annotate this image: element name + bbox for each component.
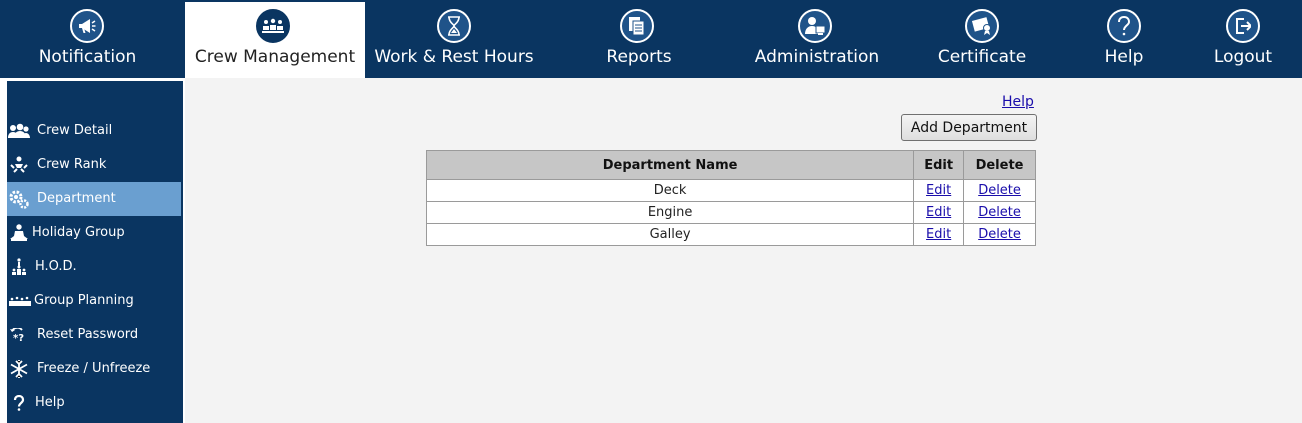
table-row: Galley Edit Delete [425, 223, 1036, 246]
megaphone-icon [70, 9, 104, 43]
sidebar-label-holiday-group: Holiday Group [32, 225, 125, 240]
nav-label-logout: Logout [1213, 47, 1273, 67]
sidebar: Crew Detail Crew Rank Department Holiday… [0, 78, 185, 423]
sidebar-label-reset-password: Reset Password [37, 327, 139, 342]
crew-group-icon [256, 9, 290, 43]
sidebar-label-hod: H.O.D. [35, 259, 77, 274]
department-name-cell: Deck [425, 179, 915, 202]
table-row: Engine Edit Delete [425, 201, 1036, 224]
sidebar-item-group-planning[interactable]: Group Planning [7, 284, 181, 318]
svg-text:*?: *? [13, 333, 24, 342]
nav-administration[interactable]: Administration [727, 0, 907, 78]
delete-link[interactable]: Delete [978, 227, 1021, 242]
logout-icon [1226, 9, 1260, 43]
nav-certificate[interactable]: Certificate [893, 0, 1071, 78]
sidebar-menu: Crew Detail Crew Rank Department Holiday… [7, 81, 183, 423]
sidebar-item-crew-detail[interactable]: Crew Detail [7, 114, 181, 148]
sidebar-label-group-planning: Group Planning [34, 293, 134, 308]
add-department-button[interactable]: Add Department [901, 114, 1037, 141]
delete-cell: Delete [963, 201, 1036, 224]
edit-cell: Edit [913, 179, 965, 202]
edit-cell: Edit [913, 223, 965, 246]
table-row: Deck Edit Delete [425, 179, 1036, 202]
help-link[interactable]: Help [1002, 94, 1034, 110]
gears-icon [9, 189, 29, 209]
edit-link[interactable]: Edit [926, 227, 951, 242]
sidebar-item-crew-rank[interactable]: Crew Rank [7, 148, 181, 182]
sidebar-item-freeze-unfreeze[interactable]: Freeze / Unfreeze [7, 352, 181, 386]
nav-label-certificate: Certificate [937, 47, 1027, 67]
question-icon [9, 393, 29, 413]
sidebar-item-department[interactable]: Department [7, 182, 181, 216]
delete-cell: Delete [963, 179, 1036, 202]
sidebar-item-help[interactable]: Help [7, 386, 181, 420]
sidebar-item-holiday-group[interactable]: Holiday Group [7, 216, 181, 250]
nav-label-administration: Administration [754, 47, 880, 67]
edit-cell: Edit [913, 201, 965, 224]
meditation-icon [9, 223, 29, 243]
rank-icon [9, 155, 29, 175]
department-name-cell: Engine [425, 201, 915, 224]
delete-link[interactable]: Delete [978, 183, 1021, 198]
group-planning-icon [9, 291, 31, 311]
table-header-row: Department Name Edit Delete [425, 150, 1036, 180]
nav-help[interactable]: Help [1075, 0, 1173, 78]
reset-password-icon: *? [9, 325, 29, 345]
edit-link[interactable]: Edit [926, 183, 951, 198]
column-header-department-name: Department Name [425, 150, 915, 180]
hierarchy-icon [9, 257, 29, 277]
column-header-edit: Edit [913, 150, 965, 180]
question-icon [1107, 9, 1141, 43]
nav-logout[interactable]: Logout [1193, 0, 1293, 78]
certificate-icon [965, 9, 999, 43]
hourglass-icon [437, 9, 471, 43]
nav-work-rest-hours[interactable]: Work & Rest Hours [365, 0, 543, 78]
column-header-delete: Delete [963, 150, 1036, 180]
sidebar-item-hod[interactable]: H.O.D. [7, 250, 181, 284]
snowflake-icon [9, 359, 29, 379]
nav-crew-management[interactable]: Crew Management [185, 2, 365, 78]
edit-link[interactable]: Edit [926, 205, 951, 220]
nav-label-notification: Notification [38, 47, 137, 67]
nav-reports[interactable]: Reports [549, 0, 729, 78]
people-icon [8, 121, 30, 141]
nav-label-work-rest-hours: Work & Rest Hours [374, 47, 534, 67]
nav-label-crew-management: Crew Management [194, 47, 356, 67]
sidebar-label-department: Department [37, 191, 116, 206]
sidebar-label-help: Help [35, 395, 65, 410]
nav-notification[interactable]: Notification [0, 0, 175, 78]
sidebar-label-crew-detail: Crew Detail [37, 123, 113, 138]
delete-cell: Delete [963, 223, 1036, 246]
nav-label-reports: Reports [606, 47, 672, 67]
sidebar-item-reset-password[interactable]: *? Reset Password [7, 318, 181, 352]
nav-label-help: Help [1104, 47, 1144, 67]
admin-user-icon [798, 9, 832, 43]
sidebar-label-freeze-unfreeze: Freeze / Unfreeze [37, 361, 151, 376]
top-navigation-bar: Notification Crew Management Work & Rest… [0, 0, 1302, 78]
sidebar-label-crew-rank: Crew Rank [37, 157, 107, 172]
delete-link[interactable]: Delete [978, 205, 1021, 220]
documents-icon [620, 9, 654, 43]
department-name-cell: Galley [425, 223, 915, 246]
department-table: Department Name Edit Delete Deck Edit De… [425, 150, 1036, 246]
